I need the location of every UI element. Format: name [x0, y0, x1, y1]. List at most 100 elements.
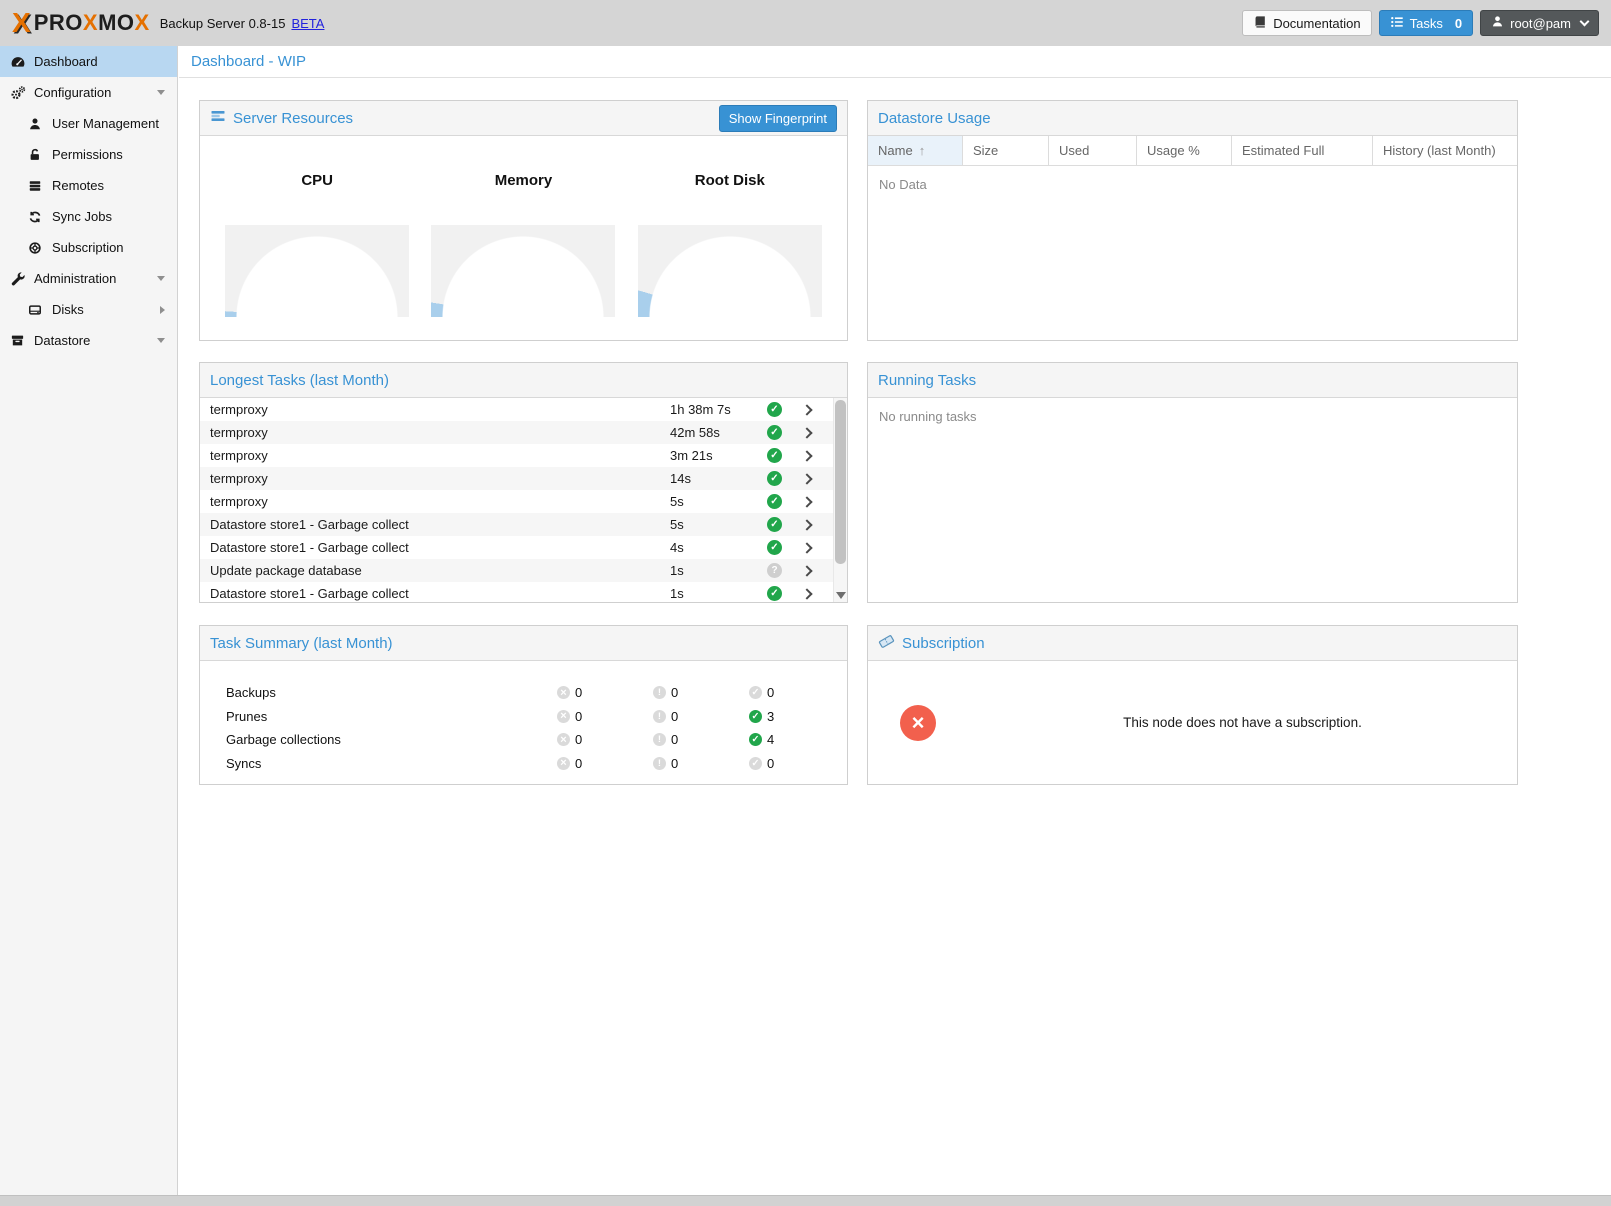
- task-row[interactable]: termproxy 5s: [200, 490, 833, 513]
- status-ok-icon: [767, 494, 782, 509]
- summary-row-syncs: Syncs 0 0 0: [200, 752, 847, 776]
- task-row[interactable]: Datastore store1 - Garbage collect 1s: [200, 582, 833, 602]
- beta-link[interactable]: BETA: [291, 16, 324, 31]
- chevron-right-icon[interactable]: [801, 565, 812, 576]
- empty-text: No Data: [868, 166, 1517, 203]
- task-list-icon: [1390, 15, 1404, 32]
- sidebar-item-permissions[interactable]: Permissions: [0, 139, 177, 170]
- subscription-message: This node does not have a subscription.: [968, 715, 1517, 730]
- collapse-arrow-icon[interactable]: [157, 90, 165, 95]
- gauge-cpu: CPU 2%: [214, 136, 420, 317]
- subscription-panel: Subscription × This node does not have a…: [867, 625, 1518, 785]
- gauge-value: 9%: [638, 294, 822, 317]
- show-fingerprint-button[interactable]: Show Fingerprint: [719, 105, 837, 132]
- user-icon: [28, 116, 45, 132]
- scroll-down-arrow[interactable]: [836, 592, 846, 599]
- chevron-right-icon[interactable]: [801, 519, 812, 530]
- vertical-scrollbar[interactable]: [833, 398, 847, 602]
- gauge-arc: 2%: [225, 225, 409, 317]
- column-header-used[interactable]: Used: [1049, 136, 1137, 165]
- warning-circle-icon: [653, 710, 666, 723]
- horizontal-scrollbar[interactable]: [0, 1195, 1611, 1206]
- task-row[interactable]: Datastore store1 - Garbage collect 4s: [200, 536, 833, 559]
- chevron-right-icon[interactable]: [801, 542, 812, 553]
- warning-circle-icon: [653, 733, 666, 746]
- task-row[interactable]: termproxy 42m 58s: [200, 421, 833, 444]
- task-row[interactable]: termproxy 1h 38m 7s: [200, 398, 833, 421]
- column-header-estimated-full[interactable]: Estimated Full: [1232, 136, 1373, 165]
- app-subtitle: Backup Server 0.8-15: [160, 16, 286, 31]
- empty-text: No running tasks: [868, 398, 1517, 435]
- column-header-usage[interactable]: Usage %: [1137, 136, 1232, 165]
- task-row[interactable]: Update package database 1s: [200, 559, 833, 582]
- panel-title: Subscription: [902, 635, 985, 652]
- sidebar-item-administration[interactable]: Administration: [0, 263, 177, 294]
- gauge-row: CPU 2% Memory 5% Root Disk 9%: [200, 136, 847, 317]
- column-header-name[interactable]: Name: [868, 136, 963, 165]
- tasks-button[interactable]: Tasks 0: [1379, 10, 1473, 36]
- status-ok-icon: [767, 471, 782, 486]
- longest-tasks-panel: Longest Tasks (last Month) termproxy 1h …: [199, 362, 848, 603]
- task-row[interactable]: Datastore store1 - Garbage collect 5s: [200, 513, 833, 536]
- sidebar-item-remotes[interactable]: Remotes: [0, 170, 177, 201]
- status-ok-icon: [767, 540, 782, 555]
- task-row[interactable]: termproxy 3m 21s: [200, 444, 833, 467]
- chevron-right-icon[interactable]: [801, 473, 812, 484]
- panel-title: Task Summary (last Month): [210, 635, 393, 652]
- column-header-history[interactable]: History (last Month): [1373, 136, 1517, 165]
- task-list: termproxy 1h 38m 7s termproxy 42m 58s te…: [200, 398, 833, 602]
- error-circle-icon: [557, 686, 570, 699]
- gears-icon: [10, 85, 27, 101]
- datastore-usage-panel: Datastore Usage Name Size Used Usage % E…: [867, 100, 1518, 341]
- error-circle-icon: [557, 757, 570, 770]
- panel-title: Server Resources: [233, 110, 353, 127]
- status-ok-icon: [767, 425, 782, 440]
- chevron-right-icon[interactable]: [801, 404, 812, 415]
- chevron-right-icon[interactable]: [801, 588, 812, 599]
- expand-arrow-icon[interactable]: [160, 306, 165, 314]
- server-list-icon: [28, 178, 45, 194]
- chevron-right-icon[interactable]: [801, 496, 812, 507]
- running-tasks-panel: Running Tasks No running tasks: [867, 362, 1518, 603]
- sidebar-item-dashboard[interactable]: Dashboard: [0, 46, 177, 77]
- sidebar: Dashboard Configuration User Management …: [0, 46, 178, 1195]
- tasks-count-badge: 0: [1455, 16, 1462, 31]
- proxmox-wordmark: PROXMOX: [34, 12, 150, 35]
- warning-circle-icon: [653, 757, 666, 770]
- check-circle-icon: [749, 686, 762, 699]
- summary-row-garbage-collections: Garbage collections 0 0 4: [200, 728, 847, 752]
- server-resources-icon: [210, 108, 226, 128]
- chevron-right-icon[interactable]: [801, 450, 812, 461]
- status-ok-icon: [767, 517, 782, 532]
- scrollbar-thumb[interactable]: [835, 400, 846, 564]
- sidebar-item-sync-jobs[interactable]: Sync Jobs: [0, 201, 177, 232]
- sidebar-item-datastore[interactable]: Datastore: [0, 325, 177, 356]
- collapse-arrow-icon[interactable]: [157, 276, 165, 281]
- sidebar-item-user-management[interactable]: User Management: [0, 108, 177, 139]
- gauge-value: 5%: [431, 294, 615, 317]
- sidebar-item-subscription[interactable]: Subscription: [0, 232, 177, 263]
- task-row[interactable]: termproxy 14s: [200, 467, 833, 490]
- error-circle-icon: [557, 710, 570, 723]
- warning-circle-icon: [653, 686, 666, 699]
- subscription-body: × This node does not have a subscription…: [868, 661, 1517, 784]
- collapse-arrow-icon[interactable]: [157, 338, 165, 343]
- chevron-right-icon[interactable]: [801, 427, 812, 438]
- sidebar-item-disks[interactable]: Disks: [0, 294, 177, 325]
- user-menu-button[interactable]: root@pam: [1480, 10, 1599, 36]
- documentation-button[interactable]: Documentation: [1242, 10, 1371, 36]
- status-ok-icon: [767, 586, 782, 601]
- proxmox-logo: X PROXMOX: [12, 9, 150, 37]
- top-header: X PROXMOX Backup Server 0.8-15 BETA Docu…: [0, 0, 1611, 46]
- dashboard-icon: [10, 54, 27, 70]
- check-circle-icon: [749, 733, 762, 746]
- gauge-memory: Memory 5%: [420, 136, 626, 317]
- hard-disk-icon: [28, 302, 45, 318]
- summary-row-backups: Backups 0 0 0: [200, 681, 847, 705]
- sidebar-item-configuration[interactable]: Configuration: [0, 77, 177, 108]
- panel-title: Datastore Usage: [878, 110, 991, 127]
- status-ok-icon: [767, 448, 782, 463]
- gauge-arc: 5%: [431, 225, 615, 317]
- sync-icon: [28, 209, 45, 225]
- column-header-size[interactable]: Size: [963, 136, 1049, 165]
